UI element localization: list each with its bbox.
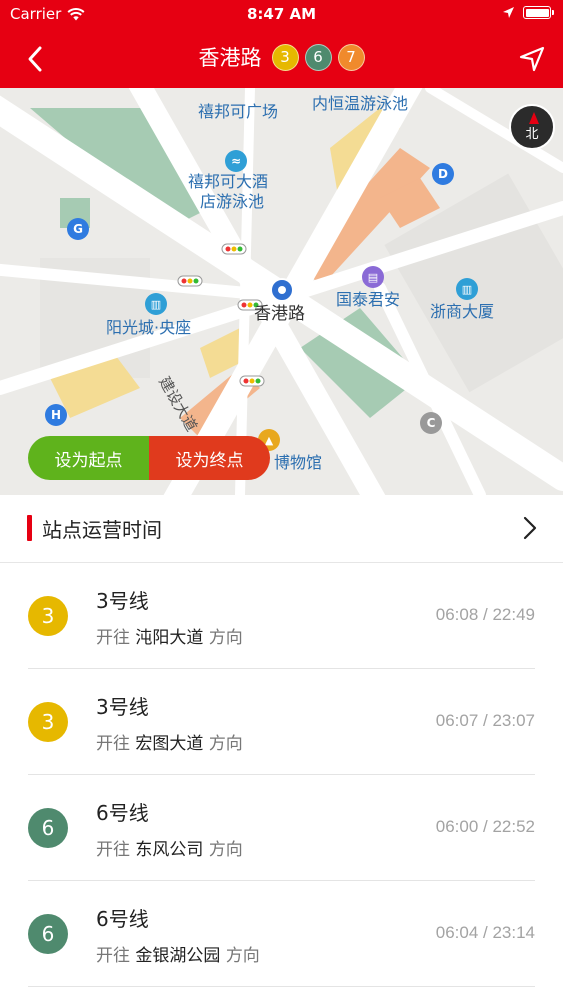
map-label-zheshang: 浙商大厦 bbox=[430, 302, 495, 321]
destination: 金银湖公园 bbox=[135, 946, 221, 966]
poi-d-icon[interactable]: D bbox=[432, 163, 454, 185]
page-title: 香港路 bbox=[198, 46, 262, 70]
clock: 8:47 AM bbox=[246, 5, 317, 23]
set-start-button[interactable]: 设为起点 bbox=[28, 436, 149, 480]
line-list: 3 3号线 开往 沌阳大道 方向 06:08 / 22:49 3 3号线 开往 … bbox=[0, 563, 563, 987]
service-times: 06:07 / 23:07 bbox=[435, 711, 535, 730]
shop-icon: ▤ bbox=[362, 266, 384, 288]
map-label-hotel-pool-2: 店游泳池 bbox=[200, 192, 265, 211]
direction-suffix: 方向 bbox=[208, 628, 243, 648]
map-label-yangguang: 阳光城·央座 bbox=[106, 318, 192, 337]
map-view[interactable]: 禧邦可广场 内恒温游泳池 禧邦可大酒 店游泳池 阳光城·央座 香港路 国泰君安 … bbox=[0, 88, 563, 495]
direction-prefix: 开往 bbox=[96, 628, 130, 648]
line-badge-6: 6 bbox=[304, 43, 332, 71]
line-number-badge: 6 bbox=[28, 914, 68, 954]
poi-h-icon[interactable]: H bbox=[45, 404, 67, 426]
section-title: 站点运营时间 bbox=[42, 518, 162, 542]
line-number-badge: 3 bbox=[28, 596, 68, 636]
line-badge-3: 3 bbox=[271, 43, 299, 71]
poi-g-icon[interactable]: G bbox=[67, 218, 89, 240]
map-canvas bbox=[0, 88, 563, 495]
direction-prefix: 开往 bbox=[96, 734, 130, 754]
poi-c-icon[interactable]: C bbox=[420, 412, 442, 434]
building-icon: ▥ bbox=[145, 293, 167, 315]
status-bar: Carrier 8:47 AM bbox=[0, 0, 563, 30]
nav-bar: 香港路 3 6 7 bbox=[0, 30, 563, 88]
destination: 沌阳大道 bbox=[135, 628, 204, 648]
destination: 东风公司 bbox=[135, 840, 204, 860]
chevron-right-icon bbox=[523, 516, 537, 540]
service-times: 06:00 / 22:52 bbox=[435, 817, 535, 836]
direction-suffix: 方向 bbox=[208, 840, 243, 860]
navigation-arrow-icon bbox=[519, 46, 545, 72]
map-label-hotel-pool-1: 禧邦可大酒 bbox=[188, 172, 269, 191]
header: Carrier 8:47 AM 香港路 3 6 7 bbox=[0, 0, 563, 88]
line-badge-7: 7 bbox=[337, 43, 365, 71]
compass-icon[interactable]: 北 bbox=[509, 104, 555, 150]
line-name: 6号线 bbox=[96, 801, 149, 825]
direction-text: 开往 宏图大道 方向 bbox=[96, 729, 243, 754]
line-name: 3号线 bbox=[96, 695, 149, 719]
map-label-museum: 博物馆 bbox=[274, 453, 323, 472]
location-arrow-icon bbox=[503, 7, 514, 18]
service-times: 06:08 / 22:49 bbox=[435, 605, 535, 624]
map-label-guotai: 国泰君安 bbox=[336, 290, 401, 309]
direction-prefix: 开往 bbox=[96, 946, 130, 966]
direction-text: 开往 金银湖公园 方向 bbox=[96, 941, 260, 966]
service-times: 06:04 / 23:14 bbox=[435, 923, 535, 942]
navigate-button[interactable] bbox=[515, 42, 549, 76]
compass-label: 北 bbox=[525, 126, 539, 142]
map-label-plaza: 禧邦可广场 bbox=[198, 102, 279, 121]
office-icon: ▥ bbox=[456, 278, 478, 300]
map-label-station: 香港路 bbox=[254, 304, 305, 324]
set-end-button[interactable]: 设为终点 bbox=[149, 436, 270, 480]
app-screen: Carrier 8:47 AM 香港路 3 6 7 禧邦可广场 内恒温游泳池 禧… bbox=[0, 0, 563, 1000]
direction-text: 开往 东风公司 方向 bbox=[96, 835, 243, 860]
direction-text: 开往 沌阳大道 方向 bbox=[96, 623, 243, 648]
line-name: 3号线 bbox=[96, 589, 149, 613]
list-item[interactable]: 3 3号线 开往 宏图大道 方向 06:07 / 23:07 bbox=[0, 669, 563, 775]
destination: 宏图大道 bbox=[135, 734, 204, 754]
line-number-badge: 3 bbox=[28, 702, 68, 742]
direction-prefix: 开往 bbox=[96, 840, 130, 860]
pool-icon: ≈ bbox=[225, 150, 247, 172]
direction-suffix: 方向 bbox=[208, 734, 243, 754]
line-name: 6号线 bbox=[96, 907, 149, 931]
operating-hours-header[interactable]: 站点运营时间 bbox=[0, 495, 563, 563]
map-label-pool: 内恒温游泳池 bbox=[312, 94, 409, 113]
list-item[interactable]: 3 3号线 开往 沌阳大道 方向 06:08 / 22:49 bbox=[0, 563, 563, 669]
section-accent bbox=[27, 515, 32, 541]
divider bbox=[28, 986, 535, 987]
list-item[interactable]: 6 6号线 开往 东风公司 方向 06:00 / 22:52 bbox=[0, 775, 563, 881]
list-item[interactable]: 6 6号线 开往 金银湖公园 方向 06:04 / 23:14 bbox=[0, 881, 563, 987]
battery-icon bbox=[523, 6, 554, 19]
direction-suffix: 方向 bbox=[225, 946, 260, 966]
line-number-badge: 6 bbox=[28, 808, 68, 848]
route-buttons: 设为起点 设为终点 bbox=[28, 436, 270, 480]
